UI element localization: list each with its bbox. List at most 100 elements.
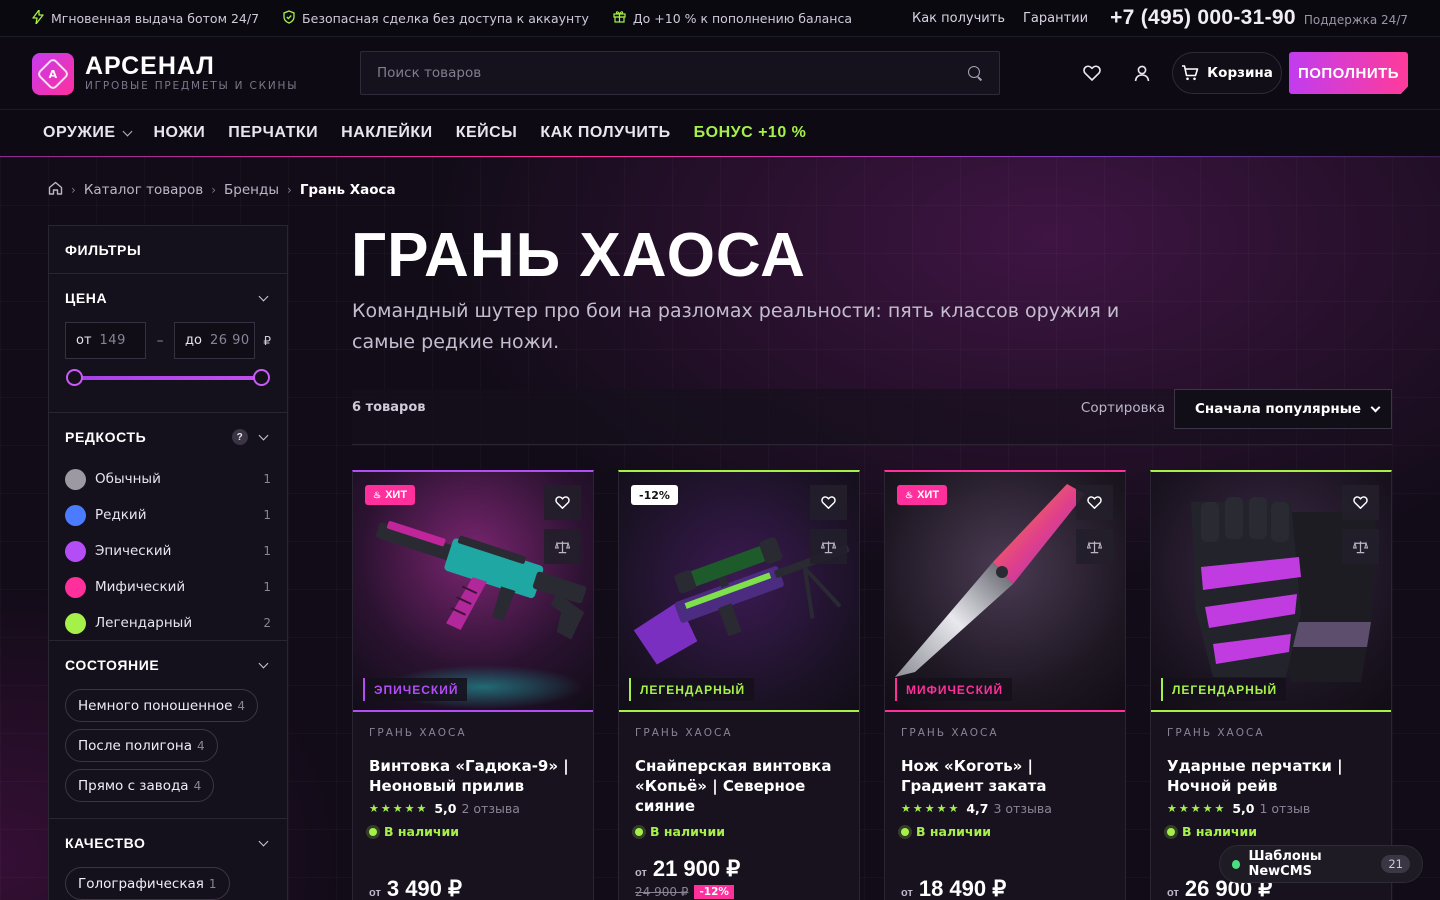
compare-button[interactable]: [1342, 529, 1379, 564]
price-to-field[interactable]: до 26 90: [174, 322, 256, 359]
guarantees-link[interactable]: Гарантии: [1023, 11, 1088, 26]
heart-icon: [555, 496, 570, 509]
nav-item-cases[interactable]: КЕЙСЫ: [456, 124, 518, 142]
reviews-count[interactable]: 3 отзыва: [993, 801, 1051, 816]
breadcrumb-brands[interactable]: Бренды: [224, 182, 279, 198]
sort-select[interactable]: Сначала популярные: [1174, 389, 1392, 429]
user-icon[interactable]: [1129, 60, 1155, 86]
favorite-button[interactable]: [1342, 485, 1379, 520]
nav-item-gloves[interactable]: ПЕРЧАТКИ: [228, 124, 318, 142]
price-slider-max-handle[interactable]: [252, 369, 270, 386]
product-price: от 3 490 ₽: [369, 876, 462, 900]
product-brand: ГРАНЬ ХАОСА: [1167, 727, 1265, 739]
page-title: ГРАНЬ ХАОСА: [351, 221, 806, 290]
filter-condition-toggle[interactable]: СОСТОЯНИЕ: [65, 641, 271, 689]
sort-label: Сортировка: [1080, 400, 1165, 416]
product-image[interactable]: ЛЕГЕНДАРНЫЙ: [1151, 472, 1391, 712]
price-slider[interactable]: [65, 359, 270, 401]
brand-name[interactable]: АРСЕНАЛ: [85, 52, 215, 81]
nav-item-weapons[interactable]: ОРУЖИЕ: [43, 124, 132, 142]
nav-item-how-to-get[interactable]: КАК ПОЛУЧИТЬ: [540, 124, 670, 142]
rarity-color-dot: [65, 504, 86, 526]
hit-badge: ♨ ХИТ: [365, 485, 416, 505]
search-input[interactable]: [377, 65, 968, 81]
condition-chip[interactable]: После полигона 4: [65, 729, 218, 762]
filter-title: ЦЕНА: [65, 290, 108, 306]
nav-item-knives[interactable]: НОЖИ: [154, 124, 206, 142]
price-from-field[interactable]: от 149: [65, 322, 147, 359]
logo-icon[interactable]: A: [32, 53, 74, 95]
product-image[interactable]: ♨ ХИТ МИФИЧЕСКИЙ: [885, 472, 1125, 712]
product-card[interactable]: -12% ЛЕГЕНДАРНЫЙ ГРАНЬ ХАОСА Снайперская…: [618, 470, 860, 900]
rating-value: 4,7: [966, 801, 989, 816]
favorites-icon[interactable]: [1079, 60, 1105, 86]
breadcrumb-separator: ›: [211, 183, 217, 197]
rarity-color-dot: [65, 468, 86, 490]
filter-condition: СОСТОЯНИЕ Немного поношенное 4 После полиг…: [49, 641, 287, 819]
widget-label: Шаблоны NewCMS: [1248, 849, 1322, 879]
reviews-count[interactable]: 1 отзыв: [1259, 801, 1310, 816]
cart-button[interactable]: Корзина: [1172, 52, 1282, 94]
price-to-value: 26 90: [209, 333, 250, 348]
condition-chip[interactable]: Немного поношенное 4: [65, 689, 259, 722]
condition-chip[interactable]: Прямо с завода 4: [65, 769, 215, 802]
product-name[interactable]: Снайперская винтовка «Копьё» | Северное …: [635, 756, 843, 816]
chevron-down-icon: [258, 430, 269, 440]
filters-title: ФИЛЬТРЫ: [49, 226, 287, 274]
price-slider-min-handle[interactable]: [65, 369, 83, 386]
compare-button[interactable]: [1076, 529, 1113, 564]
rarity-option[interactable]: Обычный 1: [65, 461, 271, 497]
product-card[interactable]: ♨ ХИТ МИФИЧЕСКИЙ ГРАНЬ ХАОСА Нож «Коготь…: [884, 470, 1126, 900]
price-value: 21 900 ₽: [652, 856, 741, 881]
widget-count: 21: [1381, 855, 1410, 873]
rarity-option[interactable]: Мифический 1: [65, 569, 271, 605]
rarity-option[interactable]: Легендарный 2: [65, 605, 271, 641]
home-icon[interactable]: [48, 181, 63, 199]
filter-price-toggle[interactable]: ЦЕНА: [65, 274, 271, 322]
breadcrumb-catalog[interactable]: Каталог товаров: [84, 182, 203, 198]
product-image[interactable]: ♨ ХИТ ЭПИЧЕСКИЙ: [353, 472, 593, 712]
product-card[interactable]: ♨ ХИТ ЭПИЧЕСКИЙ ГРАНЬ ХАОСА Винтовка «Га…: [352, 470, 594, 900]
filter-rarity: РЕДКОСТЬ ? Обычный 1 Редкий 1 Эпический 1 Мифи…: [49, 413, 287, 641]
nav-item-bonus[interactable]: БОНУС +10 %: [694, 124, 807, 142]
product-brand: ГРАНЬ ХАОСА: [635, 727, 733, 739]
product-image[interactable]: -12% ЛЕГЕНДАРНЫЙ: [619, 472, 859, 712]
topbar-feature-safe: Безопасная сделка без доступа к аккаунту: [283, 9, 589, 27]
search-icon[interactable]: [968, 65, 983, 81]
templates-widget[interactable]: Шаблоны NewCMS 21: [1219, 845, 1423, 883]
filter-rarity-toggle[interactable]: РЕДКОСТЬ ?: [65, 413, 271, 461]
rarity-option-label: Обычный: [95, 471, 161, 487]
favorite-button[interactable]: [1076, 485, 1113, 520]
rarity-option-count: 1: [263, 472, 271, 486]
product-card[interactable]: ЛЕГЕНДАРНЫЙ ГРАНЬ ХАОСА Ударные перчатки…: [1150, 470, 1392, 900]
product-rating: ★★★★★ 5,0 1 отзыв: [1167, 801, 1375, 816]
topup-button[interactable]: ПОПОЛНИТЬ: [1289, 52, 1408, 94]
topbar-feature-bonus: До +10 % к пополнению баланса: [613, 10, 852, 26]
breadcrumb-separator: ›: [287, 183, 292, 197]
compare-button[interactable]: [544, 529, 581, 564]
favorite-button[interactable]: [544, 485, 581, 520]
help-icon[interactable]: ?: [232, 429, 248, 445]
chip-label: Прямо с завода: [78, 777, 189, 794]
rarity-color-dot: [65, 612, 86, 634]
quality-chip[interactable]: Голографическая 1: [65, 867, 230, 900]
reviews-count[interactable]: 2 отзыва: [461, 801, 519, 816]
rarity-color-dot: [65, 576, 86, 598]
how-to-get-link[interactable]: Как получить: [912, 11, 1005, 26]
product-name[interactable]: Ударные перчатки | Ночной рейв: [1167, 756, 1375, 796]
rarity-label: ЛЕГЕНДАРНЫЙ: [1161, 678, 1287, 701]
topbar-feature-label: До +10 % к пополнению баланса: [632, 10, 853, 26]
product-name[interactable]: Нож «Коготь» | Градиент заката: [901, 756, 1109, 796]
filter-quality-toggle[interactable]: КАЧЕСТВО: [65, 819, 271, 867]
compare-button[interactable]: [810, 529, 847, 564]
chip-label: Немного поношенное: [78, 697, 233, 714]
rarity-option[interactable]: Эпический 1: [65, 533, 271, 569]
chip-label: Голографическая: [78, 875, 204, 892]
rarity-option[interactable]: Редкий 1: [65, 497, 271, 533]
lightning-icon: [32, 8, 44, 27]
phone-link[interactable]: +7 (495) 000-31-90: [1110, 6, 1296, 30]
product-name[interactable]: Винтовка «Гадюка-9» | Неоновый прилив: [369, 756, 577, 796]
favorite-button[interactable]: [810, 485, 847, 520]
nav-item-stickers[interactable]: НАКЛЕЙКИ: [341, 124, 433, 142]
price-range-dash: –: [156, 332, 164, 349]
